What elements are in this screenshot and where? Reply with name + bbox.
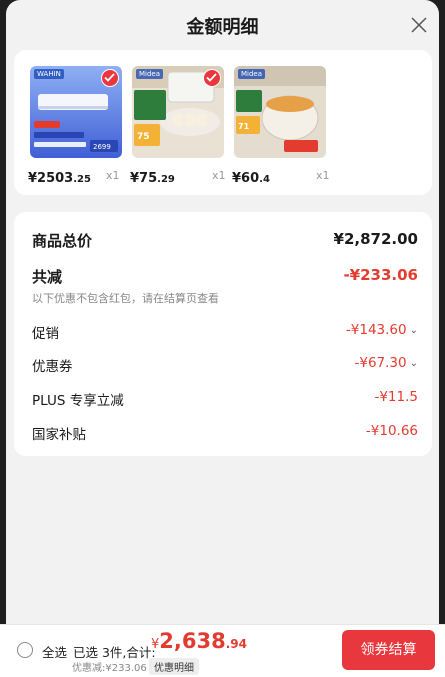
check-icon[interactable]: [203, 69, 221, 87]
chevron-down-icon[interactable]: ⌄: [410, 358, 418, 369]
select-all-label[interactable]: 全选: [42, 642, 67, 661]
discount-label: 促销: [32, 326, 59, 342]
product-qty: x1: [316, 169, 330, 182]
select-all-radio[interactable]: [17, 642, 33, 658]
product-image: 75 Midea: [132, 66, 224, 158]
product-list-card: 2699 WAHIN ¥2503.25 x1 75 Midea ¥75.29 x…: [14, 50, 432, 195]
total-price-label: 商品总价: [32, 232, 93, 250]
checkout-button[interactable]: 领券结算: [342, 630, 435, 670]
close-icon[interactable]: [409, 15, 429, 35]
total-price-value: ¥2,872.00: [333, 230, 418, 248]
reduce-note: 以下优惠不包含红包，请在结算页查看: [32, 292, 219, 305]
product-item[interactable]: 75 Midea ¥75.29 x1: [130, 66, 228, 186]
total-amount: ¥2,638.94: [151, 629, 247, 653]
product-image: 71 Midea: [234, 66, 326, 158]
chevron-down-icon[interactable]: ⌄: [410, 325, 418, 336]
product-item[interactable]: 2699 WAHIN ¥2503.25 x1: [28, 66, 126, 186]
svg-text:75: 75: [137, 132, 150, 142]
checkout-bar: 全选 已选 3件,合计: ¥2,638.94 优惠减:¥233.06 优惠明细 …: [0, 624, 445, 677]
product-price: ¥75.29: [130, 171, 175, 186]
brand-tag: Midea: [238, 69, 266, 79]
product-price: ¥60.4: [232, 171, 270, 186]
brand-tag: WAHIN: [34, 69, 64, 79]
discount-value: -¥143.60 ⌄: [345, 322, 418, 338]
product-qty: x1: [212, 169, 226, 182]
product-price: ¥2503.25: [28, 171, 91, 186]
brand-tag: Midea: [136, 69, 164, 79]
discount-value: -¥10.66: [365, 423, 418, 439]
discount-label: PLUS 专享立减: [32, 393, 124, 409]
discount-value: -¥67.30 ⌄: [354, 355, 419, 371]
total-reduce-value: -¥233.06: [343, 266, 418, 284]
product-item[interactable]: 71 Midea ¥60.4 x1: [232, 66, 330, 186]
sheet-header: 金额明细: [6, 0, 439, 50]
discount-label: 优惠券: [32, 359, 73, 375]
discount-value: -¥11.5: [374, 389, 418, 405]
amount-summary-card: 商品总价 ¥2,872.00 共减 -¥233.06 以下优惠不包含红包，请在结…: [14, 212, 432, 456]
product-image: 2699 WAHIN: [30, 66, 122, 158]
discount-detail-tag[interactable]: 优惠明细: [149, 658, 199, 675]
page-title: 金额明细: [186, 17, 259, 38]
total-reduce-label: 共减: [32, 268, 63, 286]
product-qty: x1: [106, 169, 120, 182]
svg-text:2699: 2699: [93, 143, 111, 151]
discount-label: 国家补贴: [32, 427, 86, 443]
check-icon[interactable]: [101, 69, 119, 87]
discount-summary-text: 优惠减:¥233.06: [72, 663, 147, 674]
amount-detail-sheet: 金额明细 2699 WAHIN ¥2503.25 x1 75 Midea ¥75…: [6, 0, 439, 677]
svg-text:71: 71: [238, 122, 250, 131]
